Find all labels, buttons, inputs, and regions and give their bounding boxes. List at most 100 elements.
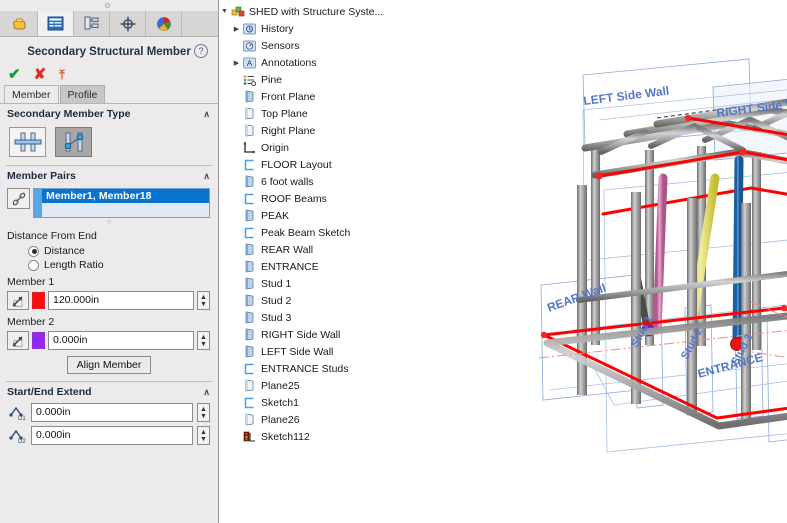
help-icon[interactable]: ? [194,44,208,58]
d1-extend-input[interactable]: 0.000in [31,403,193,422]
radio-length-ratio-label: Length Ratio [44,259,104,271]
between-points-type-button[interactable] [55,127,92,157]
sensors-icon [242,40,257,52]
page-title: Secondary Structural Member [27,46,191,58]
arrow-select-icon [11,334,26,348]
expand-arrow-icon[interactable]: ▶ [231,25,242,33]
tree-item-label: Sensors [257,40,300,52]
appearance-sphere-icon [156,16,172,32]
property-manager-panel: Secondary Structural Member ? ✔ ✘ ⤒ Memb… [0,0,219,523]
member-2-spinner[interactable]: ▲▼ [197,331,210,350]
d2-extend-spinner[interactable]: ▲▼ [197,426,210,445]
tab-member[interactable]: Member [4,85,59,103]
tree-item[interactable]: ROOF Beams [219,190,399,207]
tree-item[interactable]: Stud 2 [219,292,399,309]
tree-item[interactable]: Front Plane [219,88,399,105]
member-2-select-button[interactable] [7,331,29,350]
tree-item[interactable]: PEAK [219,207,399,224]
d2-extend-input[interactable]: 0.000in [31,426,193,445]
tree-item-label: PEAK [257,210,289,222]
sketch-icon [242,227,257,239]
tree-item[interactable]: Peak Beam Sketch [219,224,399,241]
tab-configuration-manager[interactable] [74,11,110,36]
link-chain-button[interactable] [7,188,30,209]
tree-item[interactable]: ENTRANCE [219,258,399,275]
tree-item[interactable]: ENTRANCE Studs [219,360,399,377]
tree-item[interactable]: Top Plane [219,105,399,122]
member-1-color-swatch [32,292,45,309]
tab-property-manager[interactable] [38,11,74,36]
member-1-distance-input[interactable]: 120.000in [48,291,194,310]
pin-button[interactable]: ⤒ [59,67,65,82]
tree-item[interactable]: FLOOR Layout [219,156,399,173]
tree-item[interactable]: 6 foot walls [219,173,399,190]
property-list-icon [47,16,64,31]
tree-item[interactable]: Sketch112 [219,428,399,445]
feature-tree: ▼SHED with Structure Syste...▶History Sen… [219,0,399,523]
plane-blue-icon [242,209,257,222]
svg-text:A: A [247,59,253,68]
plane-blue-icon [242,311,257,324]
tree-item[interactable]: Pine [219,71,399,88]
expand-arrow-icon[interactable]: ▶ [231,59,242,67]
arrow-select-icon [11,294,26,308]
member-1-spinner[interactable]: ▲▼ [197,291,210,310]
between-planes-type-button[interactable] [9,127,46,157]
distance-from-end-label: Distance From End [0,226,218,244]
tree-item-label: RIGHT Side Wall [257,329,340,341]
tree-item[interactable]: Origin [219,139,399,156]
chevron-up-icon[interactable]: ∧ [203,171,210,182]
tab-display-manager[interactable] [146,11,182,36]
3d-model-canvas: LEFT Side Wall RIGHT Side Wall REAR Wall… [399,0,787,523]
tree-item[interactable]: Plane25 [219,377,399,394]
chevron-up-icon[interactable]: ∧ [203,387,210,398]
tree-item[interactable]: LEFT Side Wall [219,343,399,360]
tab-profile[interactable]: Profile [60,85,106,103]
graphics-viewport[interactable]: LEFT Side Wall RIGHT Side Wall REAR Wall… [399,0,787,523]
panel-resize-grip[interactable] [105,3,110,8]
label-left-side-wall: LEFT Side Wall [583,84,670,108]
member-2-distance-input[interactable]: 0.000in [48,331,194,350]
annotations-icon: A [242,57,257,69]
tab-feature-manager[interactable] [2,11,38,36]
cancel-button[interactable]: ✘ [34,67,47,82]
member-pairs-listbox[interactable]: Member1, Member18 [33,188,210,218]
tree-item-label: Plane26 [257,414,300,426]
tree-item[interactable]: REAR Wall [219,241,399,258]
d2-dimension-icon: D2 [8,427,27,445]
radio-distance[interactable]: Distance [0,244,218,258]
plane-blue-icon [242,175,257,188]
tree-item[interactable]: ▼SHED with Structure Syste... [219,3,399,20]
tree-item-label: Stud 1 [257,278,291,290]
tree-item[interactable]: Sensors [219,37,399,54]
section-start-end-extend[interactable]: Start/End Extend ∧ [0,382,218,401]
tree-item[interactable]: Stud 1 [219,275,399,292]
section-member-pairs[interactable]: Member Pairs ∧ [0,166,218,185]
radio-length-ratio[interactable]: Length Ratio [0,258,218,272]
tree-item-label: Peak Beam Sketch [257,227,350,239]
tree-item-label: 6 foot walls [257,176,314,188]
d1-extend-row: D1 0.000in ▲▼ [0,401,218,424]
tree-item[interactable]: Plane26 [219,411,399,428]
tree-item[interactable]: ▶AAnnotations [219,54,399,71]
list-item[interactable]: Member1, Member18 [42,189,209,203]
tree-item[interactable]: Stud 3 [219,309,399,326]
tree-item[interactable]: Sketch1 [219,394,399,411]
tree-item-label: Sketch112 [257,431,310,443]
align-member-button[interactable]: Align Member [67,356,152,374]
selection-color-bar [34,189,42,217]
chevron-up-icon[interactable]: ∧ [203,109,210,120]
tree-item-label: ENTRANCE [257,261,319,273]
tree-item[interactable]: RIGHT Side Wall [219,326,399,343]
tree-item[interactable]: ▶History [219,20,399,37]
section-secondary-member-type[interactable]: Secondary Member Type ∧ [0,104,218,123]
member-2-color-swatch [32,332,45,349]
member-1-select-button[interactable] [7,291,29,310]
accept-button[interactable]: ✔ [8,67,21,82]
member-2-label: Member 2 [0,312,218,330]
tab-dimxpert-manager[interactable] [110,11,146,36]
expand-arrow-icon[interactable]: ▼ [219,8,230,15]
listbox-resize-grip[interactable]: ○ [0,218,218,226]
tree-item[interactable]: Right Plane [219,122,399,139]
d1-extend-spinner[interactable]: ▲▼ [197,403,210,422]
